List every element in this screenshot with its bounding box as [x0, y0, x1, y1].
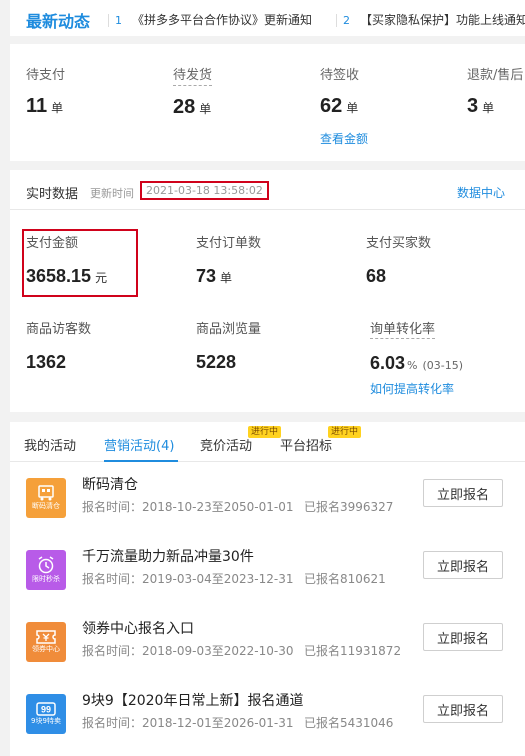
news-item-text[interactable]: 【买家隐私保护】功能上线通知	[360, 13, 525, 27]
order-stat-unit: 单	[482, 101, 495, 115]
activity-date: 报名时间：2018-09-03至2022-10-30	[82, 644, 294, 658]
icon-caption: 领券中心	[32, 645, 60, 653]
metric-value: 1362	[26, 352, 67, 372]
order-stat-unit: 单	[346, 101, 359, 115]
order-stat-refund[interactable]: 退款/售后 3单	[467, 64, 523, 118]
order-stat-label: 待发货	[173, 64, 213, 86]
metric-unit: 元	[95, 271, 108, 285]
metric-label: 商品浏览量	[196, 322, 262, 337]
metric-payment-orders: 支付订单数 73 单	[196, 232, 261, 287]
order-stat-label: 退款/售后	[467, 68, 524, 83]
metric-conversion-rate: 询单转化率 6.03% (03-15)	[370, 318, 463, 374]
order-stat-label: 待签收	[320, 68, 360, 83]
metric-label: 询单转化率	[370, 318, 436, 339]
data-center-link[interactable]: 数据中心	[457, 184, 505, 201]
order-stat-value: 28	[173, 96, 196, 118]
order-stat-pending-shipment[interactable]: 待发货 28 单	[173, 64, 213, 119]
order-stat-unit: 单	[51, 101, 64, 115]
icon-caption: 断码清仓	[32, 502, 60, 510]
news-item[interactable]: 2 【买家隐私保护】功能上线通知	[336, 11, 525, 28]
nine-nine-icon: 99 9块9特卖	[26, 694, 66, 734]
metric-visitors: 商品访客数 1362	[26, 318, 91, 373]
activity-signup-count: 已报名11931872	[304, 644, 402, 658]
tab-my-activities[interactable]: 我的活动	[24, 435, 76, 454]
metric-label: 商品访客数	[26, 322, 92, 337]
activity-item: 断码清仓 断码清仓 报名时间：2018-10-23至2050-01-01 已报名…	[10, 477, 525, 550]
news-item-number: 1	[108, 14, 122, 27]
metric-label: 支付买家数	[366, 236, 432, 251]
order-stat-value: 3	[467, 95, 479, 117]
realtime-title: 实时数据	[26, 187, 79, 202]
metric-label: 支付订单数	[196, 236, 262, 251]
tab-marketing-activities[interactable]: 营销活动(4)	[104, 435, 174, 454]
news-item-text[interactable]: 《拼多多平台合作协议》更新通知	[132, 13, 312, 27]
active-tab-indicator	[104, 460, 178, 462]
metric-payment-amount: 支付金额 3658.15 元	[26, 232, 107, 287]
order-stat-label: 待支付	[26, 68, 66, 83]
metric-value: 5228	[196, 352, 237, 372]
news-bar: 最新动态 1 《拼多多平台合作协议》更新通知 2 【买家隐私保护】功能上线通知	[10, 0, 525, 36]
activity-tabs: 我的活动 营销活动(4) 竞价活动 进行中 平台招标 进行中	[10, 422, 525, 462]
order-stat-pending-receipt[interactable]: 待签收 62 单	[320, 64, 359, 118]
realtime-header: 实时数据 更新时间 2021-03-18 13:58:02 数据中心	[10, 170, 525, 210]
activity-item: 限时秒杀 千万流量助力新品冲量30件 报名时间：2019-03-04至2023-…	[10, 549, 525, 622]
activity-item: 99 9块9特卖 9块9【2020年日常上新】报名通道 报名时间：2018-12…	[10, 693, 525, 756]
signup-button[interactable]: 立即报名	[423, 479, 503, 507]
order-stat-value: 62	[320, 95, 343, 117]
metric-label: 支付金额	[26, 236, 79, 251]
icon-caption: 限时秒杀	[32, 575, 60, 583]
update-time-label: 更新时间	[90, 187, 134, 200]
metric-unit: 单	[220, 271, 233, 285]
activity-signup-count: 已报名810621	[304, 572, 386, 586]
metric-value: 68	[366, 266, 387, 286]
signup-button[interactable]: 立即报名	[423, 695, 503, 723]
activity-name: 9块9【2020年日常上新】报名通道	[82, 693, 304, 709]
order-stat-unit: 单	[199, 102, 212, 116]
activity-date: 报名时间：2018-12-01至2026-01-31	[82, 716, 294, 730]
metric-date: (03-15)	[422, 359, 464, 372]
metric-page-views: 商品浏览量 5228	[196, 318, 261, 373]
metric-value: 3658.15	[26, 266, 92, 286]
activity-item: 领券中心 领券中心报名入口 报名时间：2018-09-03至2022-10-30…	[10, 621, 525, 694]
coupon-icon: 领券中心	[26, 622, 66, 662]
tab-platform-tender[interactable]: 平台招标	[280, 435, 332, 454]
metric-value: 73	[196, 266, 217, 286]
alarm-clock-icon: 限时秒杀	[26, 550, 66, 590]
icon-caption: 9块9特卖	[31, 717, 61, 725]
metric-unit: %	[407, 359, 418, 372]
activity-date: 报名时间：2019-03-04至2023-12-31	[82, 572, 294, 586]
realtime-data-panel: 实时数据 更新时间 2021-03-18 13:58:02 数据中心 支付金额 …	[10, 170, 525, 412]
clearance-truck-icon: 断码清仓	[26, 478, 66, 518]
activity-signup-count: 已报名3996327	[304, 500, 394, 514]
signup-button[interactable]: 立即报名	[423, 623, 503, 651]
tab-bidding-activities[interactable]: 竞价活动	[200, 435, 252, 454]
news-title: 最新动态	[26, 12, 91, 31]
activity-name: 领券中心报名入口	[82, 621, 194, 637]
svg-text:99: 99	[41, 705, 51, 715]
improve-conversion-link[interactable]: 如何提高转化率	[370, 380, 454, 397]
view-amount-link[interactable]: 查看金额	[320, 130, 368, 147]
signup-button[interactable]: 立即报名	[423, 551, 503, 579]
activity-name: 千万流量助力新品冲量30件	[82, 549, 254, 565]
activity-date: 报名时间：2018-10-23至2050-01-01	[82, 500, 294, 514]
activity-name: 断码清仓	[82, 477, 138, 493]
news-item-number: 2	[336, 14, 350, 27]
status-badge: 进行中	[328, 426, 362, 438]
order-stats-panel: 待支付 11 单 待发货 28 单 待签收 62 单 退款/售后 3单 查看金额	[10, 44, 525, 161]
metric-payment-buyers: 支付买家数 68	[366, 232, 431, 287]
activities-panel: 我的活动 营销活动(4) 竞价活动 进行中 平台招标 进行中 断码清仓 断码清仓…	[10, 422, 525, 756]
activity-signup-count: 已报名5431046	[304, 716, 394, 730]
order-stat-pending-payment[interactable]: 待支付 11 单	[26, 64, 65, 118]
metric-value: 6.03	[370, 353, 406, 373]
update-time: 2021-03-18 13:58:02	[140, 181, 269, 200]
status-badge: 进行中	[248, 426, 282, 438]
order-stat-value: 11	[26, 95, 48, 117]
news-item[interactable]: 1 《拼多多平台合作协议》更新通知	[108, 11, 312, 28]
